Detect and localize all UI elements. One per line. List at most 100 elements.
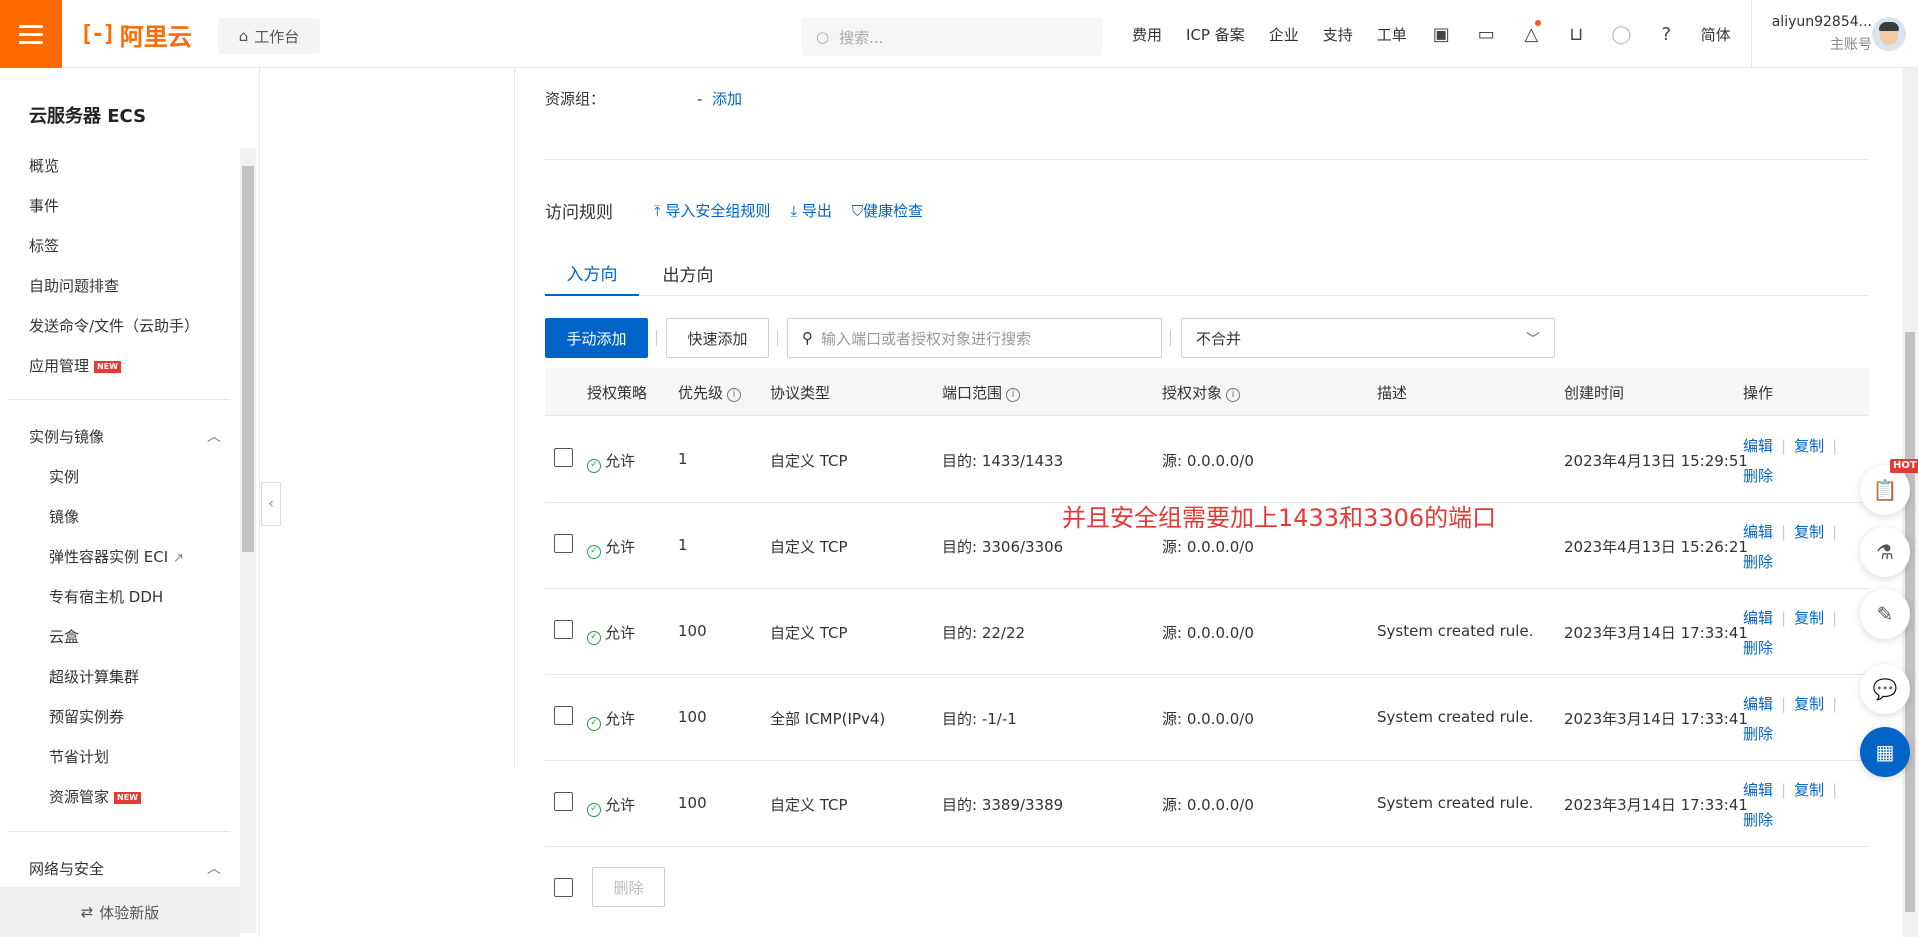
- download-icon: ⤓: [790, 202, 798, 220]
- sidebar-item-app-mgmt[interactable]: 应用管理 NEW: [29, 355, 121, 376]
- delete-link[interactable]: 删除: [1743, 467, 1773, 485]
- nav-icp[interactable]: ICP 备案: [1174, 24, 1257, 45]
- notification-dot: [1534, 20, 1541, 26]
- sidebar-scrollbar[interactable]: [240, 148, 256, 933]
- nav-fees[interactable]: 费用: [1120, 24, 1174, 45]
- tab-outbound[interactable]: 出方向: [641, 250, 735, 296]
- brand-name: 阿里云: [119, 22, 192, 51]
- chat-icon[interactable]: 💬: [1860, 664, 1910, 714]
- manual-add-button[interactable]: 手动添加: [545, 318, 648, 358]
- panel-divider: [514, 68, 515, 768]
- sidebar-scroll-thumb[interactable]: [242, 166, 254, 552]
- edit-link[interactable]: 编辑: [1743, 695, 1773, 713]
- sidebar-item-savings-plan[interactable]: 节省计划: [49, 746, 109, 767]
- policy-cell: ✓ 允许: [587, 536, 635, 559]
- sidebar-item-eci[interactable]: 弹性容器实例 ECI ↗: [49, 546, 184, 567]
- sidebar-item-resource-mgr[interactable]: 资源管家 NEW: [49, 786, 141, 807]
- rule-search-input[interactable]: ⚲ 输入端口或者授权对象进行搜索: [787, 318, 1162, 358]
- bulk-delete-button[interactable]: 删除: [592, 867, 665, 907]
- sidebar-item-image[interactable]: 镜像: [49, 506, 79, 527]
- search-input[interactable]: ○ 搜索...: [802, 18, 1102, 56]
- menu-icon[interactable]: [0, 0, 62, 68]
- cart-icon[interactable]: ⊔: [1554, 0, 1599, 68]
- row-checkbox[interactable]: [554, 620, 573, 639]
- copy-link[interactable]: 复制: [1794, 437, 1824, 455]
- row-ops: 编辑 | 复制 |: [1743, 781, 1838, 799]
- protocol-cell: 自定义 TCP: [770, 538, 848, 556]
- chevron-down-icon: ﹀: [1526, 332, 1540, 348]
- priority-cell: 100: [678, 708, 707, 726]
- created-cell: 2023年4月13日 15:26:21: [1564, 538, 1748, 556]
- sidebar-item-troubleshoot[interactable]: 自助问题排查: [29, 275, 119, 296]
- edit-link[interactable]: 编辑: [1743, 523, 1773, 541]
- apps-grid-icon[interactable]: ▦: [1860, 727, 1910, 777]
- language-switch[interactable]: 简体: [1689, 24, 1743, 45]
- select-all-checkbox[interactable]: [554, 878, 573, 897]
- export-link[interactable]: ⤓ 导出: [790, 200, 831, 221]
- row-ops-delete: 删除: [1743, 809, 1773, 830]
- try-new-version-label: 体验新版: [99, 903, 160, 922]
- copy-link[interactable]: 复制: [1794, 781, 1824, 799]
- sidebar-group-instances[interactable]: 实例与镜像 ︿: [29, 426, 221, 447]
- lightbulb-icon[interactable]: ◯: [1599, 0, 1644, 68]
- created-cell: 2023年3月14日 17:33:41: [1564, 624, 1748, 642]
- row-checkbox[interactable]: [554, 448, 573, 467]
- info-icon[interactable]: i: [1226, 388, 1241, 402]
- sidebar-item-scc[interactable]: 超级计算集群: [49, 666, 139, 687]
- edit-link[interactable]: 编辑: [1743, 437, 1773, 455]
- sidebar-item-events[interactable]: 事件: [29, 195, 59, 216]
- check-circle-icon: ✓: [587, 545, 601, 559]
- sidebar-item-ddh[interactable]: 专有宿主机 DDH: [49, 586, 163, 607]
- delete-link[interactable]: 删除: [1743, 811, 1773, 829]
- sidebar-item-overview[interactable]: 概览: [29, 155, 59, 176]
- sidebar-group-network[interactable]: 网络与安全 ︿: [29, 858, 221, 879]
- sidebar-item-reserved[interactable]: 预留实例券: [49, 706, 124, 727]
- import-rules-link[interactable]: ⤒ 导入安全组规则: [654, 200, 770, 221]
- delete-link[interactable]: 删除: [1743, 553, 1773, 571]
- sidebar-item-instance[interactable]: 实例: [49, 466, 79, 487]
- row-ops: 编辑 | 复制 |: [1743, 609, 1838, 627]
- row-ops: 编辑 | 复制 |: [1743, 695, 1838, 713]
- edit-pen-icon[interactable]: ✎: [1860, 589, 1910, 639]
- try-new-version-button[interactable]: ⇄ 体验新版: [0, 887, 240, 937]
- info-icon[interactable]: i: [727, 388, 742, 402]
- nav-support[interactable]: 支持: [1311, 24, 1365, 45]
- nav-ticket[interactable]: 工单: [1365, 24, 1419, 45]
- workbench-button[interactable]: ⌂ 工作台: [218, 18, 320, 54]
- sidebar-item-tags[interactable]: 标签: [29, 235, 59, 256]
- flask-icon[interactable]: ⚗: [1860, 527, 1910, 577]
- tab-inbound[interactable]: 入方向: [545, 250, 639, 296]
- health-check-link[interactable]: ⛉健康检查: [852, 200, 923, 221]
- port-cell: 目的: 3389/3389: [942, 796, 1064, 814]
- avatar[interactable]: [1872, 17, 1906, 51]
- bell-icon[interactable]: △: [1509, 0, 1554, 68]
- external-link-icon: ↗: [172, 551, 184, 566]
- add-resource-group-link[interactable]: 添加: [712, 90, 742, 108]
- help-icon[interactable]: ?: [1644, 0, 1689, 68]
- sidebar-item-cloud-assistant[interactable]: 发送命令/文件（云助手）: [29, 315, 199, 336]
- edit-link[interactable]: 编辑: [1743, 609, 1773, 627]
- merge-select[interactable]: 不合并 ﹀: [1181, 318, 1555, 358]
- icp-filing-icon[interactable]: ▣: [1419, 0, 1464, 68]
- nav-enterprise[interactable]: 企业: [1257, 24, 1311, 45]
- row-checkbox[interactable]: [554, 706, 573, 725]
- aliyun-logo[interactable]: [-] 阿里云: [80, 20, 192, 51]
- row-checkbox[interactable]: [554, 534, 573, 553]
- row-ops: 编辑 | 复制 |: [1743, 437, 1838, 455]
- delete-link[interactable]: 删除: [1743, 639, 1773, 657]
- user-info[interactable]: aliyun92854... 主账号: [1760, 14, 1872, 54]
- quick-add-button[interactable]: 快速添加: [666, 318, 769, 358]
- copy-link[interactable]: 复制: [1794, 609, 1824, 627]
- copy-link[interactable]: 复制: [1794, 523, 1824, 541]
- col-target-label: 授权对象: [1162, 384, 1223, 402]
- edit-link[interactable]: 编辑: [1743, 781, 1773, 799]
- info-icon[interactable]: i: [1006, 388, 1021, 402]
- copy-link[interactable]: 复制: [1794, 695, 1824, 713]
- collapse-sidebar-button[interactable]: ‹: [261, 482, 281, 526]
- row-checkbox[interactable]: [554, 792, 573, 811]
- delete-link[interactable]: 删除: [1743, 725, 1773, 743]
- policy-value: 允许: [605, 624, 636, 642]
- policy-cell: ✓ 允许: [587, 708, 635, 731]
- terminal-icon[interactable]: ▭: [1464, 0, 1509, 68]
- sidebar-item-cloudbox[interactable]: 云盒: [49, 626, 79, 647]
